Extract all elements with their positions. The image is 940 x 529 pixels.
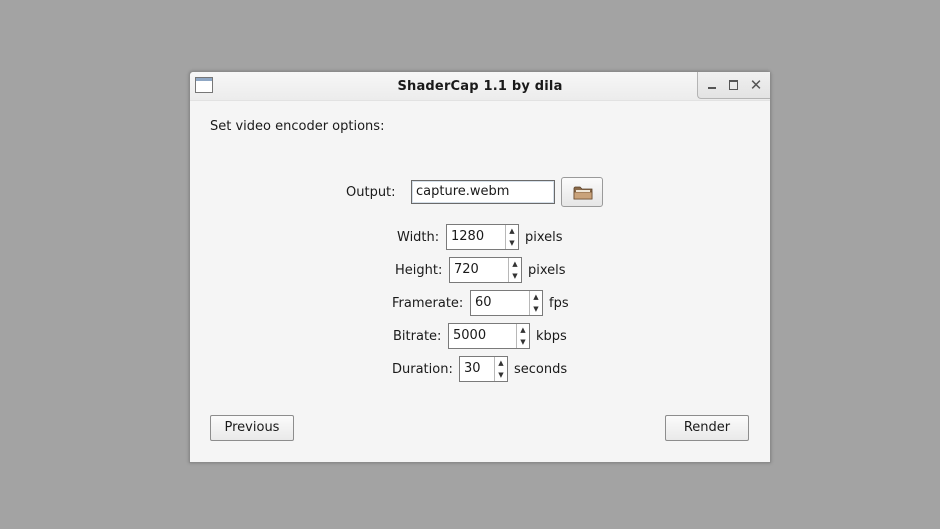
duration-value[interactable]: 30 <box>464 357 481 381</box>
output-label: Output: <box>346 185 396 200</box>
framerate-label: Framerate: <box>392 296 464 311</box>
folder-icon <box>573 186 593 200</box>
arrow-down-icon[interactable]: ▼ <box>509 270 521 282</box>
arrow-up-icon[interactable]: ▲ <box>509 258 521 270</box>
minimize-icon[interactable] <box>703 76 721 94</box>
close-icon[interactable]: ✕ <box>747 76 765 94</box>
bitrate-spinbox[interactable]: 5000 ▲ ▼ <box>448 323 530 349</box>
bitrate-label: Bitrate: <box>393 329 442 344</box>
width-spinbox[interactable]: 1280 ▲ ▼ <box>446 224 519 250</box>
render-button[interactable]: Render <box>665 415 749 441</box>
arrow-down-icon[interactable]: ▼ <box>506 237 518 249</box>
width-label: Width: <box>397 230 440 245</box>
width-unit: pixels <box>525 230 563 245</box>
height-spinbox[interactable]: 720 ▲ ▼ <box>449 257 522 283</box>
duration-label: Duration: <box>392 362 453 377</box>
arrow-up-icon[interactable]: ▲ <box>530 291 542 303</box>
arrow-up-icon[interactable]: ▲ <box>517 324 529 336</box>
height-label: Height: <box>395 263 443 278</box>
arrow-up-icon[interactable]: ▲ <box>495 357 507 369</box>
window-controls: ✕ <box>697 72 770 99</box>
height-value[interactable]: 720 <box>454 258 479 282</box>
height-stepper: ▲ ▼ <box>508 258 521 282</box>
arrow-up-icon[interactable]: ▲ <box>506 225 518 237</box>
bitrate-value[interactable]: 5000 <box>453 324 486 348</box>
browse-button[interactable] <box>561 177 603 207</box>
arrow-down-icon[interactable]: ▼ <box>495 369 507 381</box>
framerate-value[interactable]: 60 <box>475 291 492 315</box>
arrow-down-icon[interactable]: ▼ <box>530 303 542 315</box>
duration-spinbox[interactable]: 30 ▲ ▼ <box>459 356 508 382</box>
height-unit: pixels <box>528 263 566 278</box>
width-value[interactable]: 1280 <box>451 225 484 249</box>
framerate-spinbox[interactable]: 60 ▲ ▼ <box>470 290 543 316</box>
title-bar[interactable]: ShaderCap 1.1 by dila ✕ <box>190 72 770 101</box>
previous-button[interactable]: Previous <box>210 415 294 441</box>
arrow-down-icon[interactable]: ▼ <box>517 336 529 348</box>
maximize-icon[interactable] <box>725 76 743 94</box>
framerate-unit: fps <box>549 296 569 311</box>
window-title: ShaderCap 1.1 by dila <box>397 79 563 94</box>
width-stepper: ▲ ▼ <box>505 225 518 249</box>
instruction-text: Set video encoder options: <box>210 119 385 134</box>
bitrate-unit: kbps <box>536 329 567 344</box>
dialog-window: ShaderCap 1.1 by dila ✕ Set video encode… <box>189 71 771 463</box>
framerate-stepper: ▲ ▼ <box>529 291 542 315</box>
output-field[interactable]: capture.webm <box>411 180 555 204</box>
bitrate-stepper: ▲ ▼ <box>516 324 529 348</box>
duration-stepper: ▲ ▼ <box>494 357 507 381</box>
duration-unit: seconds <box>514 362 568 377</box>
